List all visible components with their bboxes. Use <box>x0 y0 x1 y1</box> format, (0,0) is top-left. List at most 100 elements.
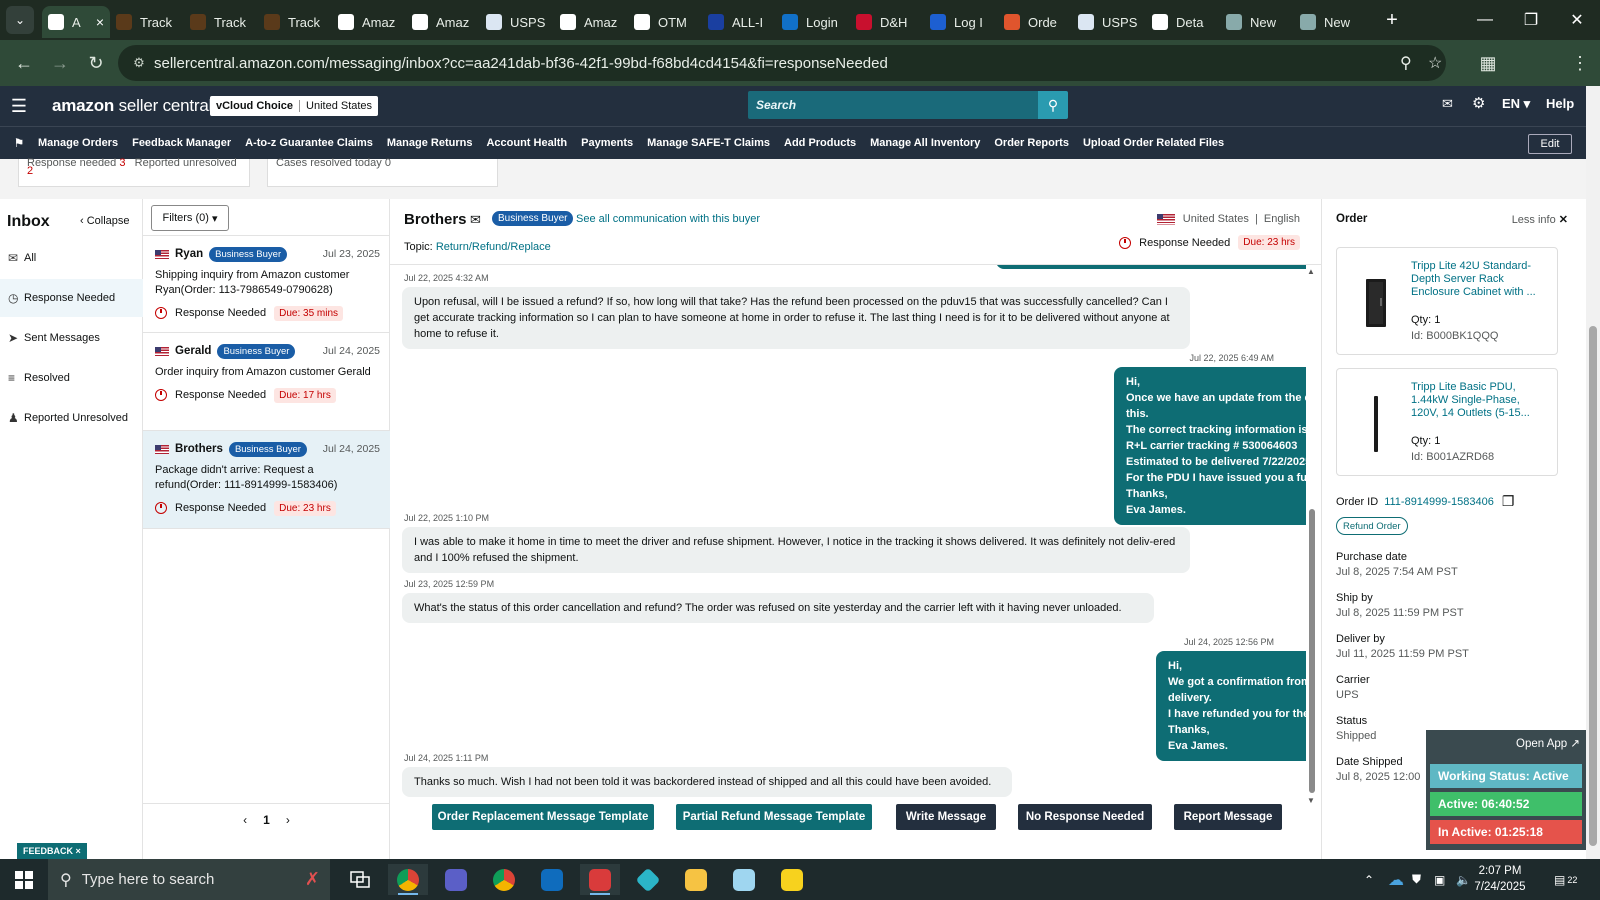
network-icon[interactable]: ▣ <box>1434 859 1445 900</box>
store-switcher[interactable]: vCloud Choice United States <box>210 96 379 116</box>
response-summary-card[interactable]: Response needed 3 Reported unresolved 2 <box>18 158 250 187</box>
sidebar-item-all[interactable]: ✉ All <box>0 239 143 277</box>
chrome-profile-taskbar-icon[interactable] <box>484 864 524 895</box>
browser-menu-icon[interactable]: ⋮ <box>1562 45 1598 81</box>
browser-tab[interactable]: A × <box>42 6 110 38</box>
nav-link[interactable]: Feedback Manager <box>132 137 231 149</box>
prev-page-chevron-icon[interactable]: ‹ <box>243 813 247 827</box>
browser-tab[interactable]: Amaz <box>406 6 480 38</box>
see-all-communication-link[interactable]: See all communication with this buyer <box>576 213 760 225</box>
zoom-magnifier-icon[interactable]: ⚲ <box>1400 53 1412 73</box>
sidebar-item-sent-messages[interactable]: ➤ Sent Messages <box>0 319 143 357</box>
nav-link[interactable]: Account Health <box>486 137 567 149</box>
nav-link[interactable]: Manage Orders <box>38 137 118 149</box>
conversation-item-gerald[interactable]: Gerald Business Buyer Jul 24, 2025 Order i… <box>143 332 390 430</box>
browser-tab[interactable]: Track <box>184 6 258 38</box>
page-scrollbar[interactable] <box>1586 86 1600 859</box>
partial-refund-template-button[interactable]: Partial Refund Message Template <box>676 804 872 830</box>
product-card[interactable]: Tripp Lite 42U Standard-Depth Server Rac… <box>1336 247 1558 355</box>
browser-tab[interactable]: Log I <box>924 6 998 38</box>
copy-icon[interactable]: ❐ <box>1502 493 1515 510</box>
volume-speaker-icon[interactable]: 🔈 <box>1456 859 1471 900</box>
thread-scrollbar[interactable]: ▲ ▼ <box>1306 267 1318 805</box>
nav-link[interactable]: Manage Returns <box>387 137 473 149</box>
scroll-up-arrow-icon[interactable]: ▲ <box>1307 267 1315 276</box>
product-card[interactable]: Tripp Lite Basic PDU, 1.44kW Single-Phas… <box>1336 368 1558 476</box>
nav-link[interactable]: Manage All Inventory <box>870 137 980 149</box>
browser-tab[interactable]: D&H <box>850 6 924 38</box>
zoho-taskbar-icon[interactable] <box>580 864 620 895</box>
sidebar-item-reported-unresolved[interactable]: ♟ Reported Unresolved <box>0 399 143 437</box>
notepad-taskbar-icon[interactable] <box>724 864 764 895</box>
refund-order-button[interactable]: Refund Order <box>1336 517 1408 535</box>
help-link[interactable]: Help <box>1546 96 1574 111</box>
nav-link[interactable]: Upload Order Related Files <box>1083 137 1224 149</box>
browser-tab[interactable]: Login <box>776 6 850 38</box>
app-diamond-taskbar-icon[interactable] <box>628 864 668 895</box>
no-response-needed-button[interactable]: No Response Needed <box>1018 804 1152 830</box>
conversation-item-brothers[interactable]: Brothers Business Buyer Jul 24, 2025 Packa… <box>143 430 390 529</box>
minimize-icon[interactable]: — <box>1462 0 1508 40</box>
bookmark-star-icon[interactable]: ☆ <box>1428 53 1442 73</box>
browser-tab[interactable]: Amaz <box>554 6 628 38</box>
task-view-icon[interactable] <box>340 864 380 895</box>
restore-icon[interactable]: ❐ <box>1508 0 1554 40</box>
feedback-tab[interactable]: FEEDBACK × <box>17 843 87 859</box>
show-hidden-icons-chevron-icon[interactable]: ⌃ <box>1364 859 1374 900</box>
order-id-link[interactable]: 111-8914999-1583406 <box>1384 496 1494 508</box>
sidebar-item-response-needed[interactable]: ◷ Response Needed <box>0 279 143 317</box>
tab-search-chevron-icon[interactable]: ⌄ <box>6 6 34 34</box>
collapse-button[interactable]: ‹ Collapse <box>80 215 130 227</box>
next-page-chevron-icon[interactable]: › <box>286 813 290 827</box>
browser-tab[interactable]: Deta <box>1146 6 1220 38</box>
browser-tab[interactable]: Track <box>110 6 184 38</box>
chrome-taskbar-icon[interactable] <box>388 864 428 895</box>
onedrive-cloud-icon[interactable]: ☁ <box>1388 859 1404 900</box>
sticky-notes-taskbar-icon[interactable] <box>772 864 812 895</box>
product-title-link[interactable]: Tripp Lite Basic PDU, 1.44kW Single-Phas… <box>1411 381 1547 420</box>
browser-tab[interactable]: USPS <box>1072 6 1146 38</box>
edit-nav-button[interactable]: Edit <box>1528 134 1572 154</box>
language-selector[interactable]: EN ▾ <box>1502 96 1530 112</box>
site-settings-icon[interactable]: ⚙ <box>124 55 154 71</box>
file-explorer-taskbar-icon[interactable] <box>676 864 716 895</box>
conversation-item-ryan[interactable]: Ryan Business Buyer Jul 23, 2025 Shipping … <box>143 235 390 332</box>
security-shield-icon[interactable]: ⛊ <box>1412 859 1421 900</box>
browser-tab[interactable]: Amaz <box>332 6 406 38</box>
bookmark-icon[interactable]: ⚑ <box>0 136 38 150</box>
write-message-button[interactable]: Write Message <box>896 804 996 830</box>
taskbar-search[interactable]: ⚲ Type here to search ✗ <box>48 859 330 900</box>
mail-icon[interactable]: ✉ <box>1442 96 1453 112</box>
open-app-button[interactable]: Open App ↗ <box>1516 736 1580 750</box>
close-tab-icon[interactable]: × <box>96 14 104 30</box>
sidebar-item-resolved[interactable]: ≡ Resolved <box>0 359 143 397</box>
reload-icon[interactable]: ↻ <box>78 45 114 81</box>
teams-taskbar-icon[interactable] <box>436 864 476 895</box>
extensions-puzzle-icon[interactable]: ▦ <box>1470 45 1506 81</box>
current-page[interactable]: 1 <box>263 813 270 827</box>
address-bar[interactable]: ⚙ sellercentral.amazon.com/messaging/inb… <box>118 45 1446 81</box>
filters-dropdown[interactable]: Filters (0) ▾ <box>151 205 229 231</box>
search-icon[interactable]: ⚲ <box>1038 91 1068 119</box>
browser-tab[interactable]: Orde <box>998 6 1072 38</box>
browser-tab[interactable]: Track <box>258 6 332 38</box>
outlook-taskbar-icon[interactable] <box>532 864 572 895</box>
browser-tab[interactable]: New <box>1294 6 1368 38</box>
order-replacement-template-button[interactable]: Order Replacement Message Template <box>432 804 654 830</box>
nav-link[interactable]: Payments <box>581 137 633 149</box>
browser-tab[interactable]: New <box>1220 6 1294 38</box>
new-tab-plus-icon[interactable]: + <box>1378 9 1406 32</box>
taskbar-clock[interactable]: 2:07 PM 7/24/2025 <box>1470 863 1530 895</box>
less-info-button[interactable]: Less info ✕ <box>1512 213 1568 226</box>
forward-arrow-icon[interactable]: → <box>42 45 78 81</box>
amazon-seller-central-logo[interactable]: amazon seller central <box>52 96 212 116</box>
browser-tab[interactable]: USPS <box>480 6 554 38</box>
settings-gear-icon[interactable]: ⚙ <box>1472 94 1485 112</box>
back-arrow-icon[interactable]: ← <box>6 45 42 81</box>
notifications-icon[interactable]: ▤ 22 <box>1554 859 1577 900</box>
close-window-icon[interactable]: ✕ <box>1554 0 1600 40</box>
topic-link[interactable]: Return/Refund/Replace <box>436 241 551 253</box>
envelope-icon[interactable]: ✉ <box>470 212 481 228</box>
report-message-button[interactable]: Report Message <box>1174 804 1282 830</box>
nav-link[interactable]: Add Products <box>784 137 856 149</box>
